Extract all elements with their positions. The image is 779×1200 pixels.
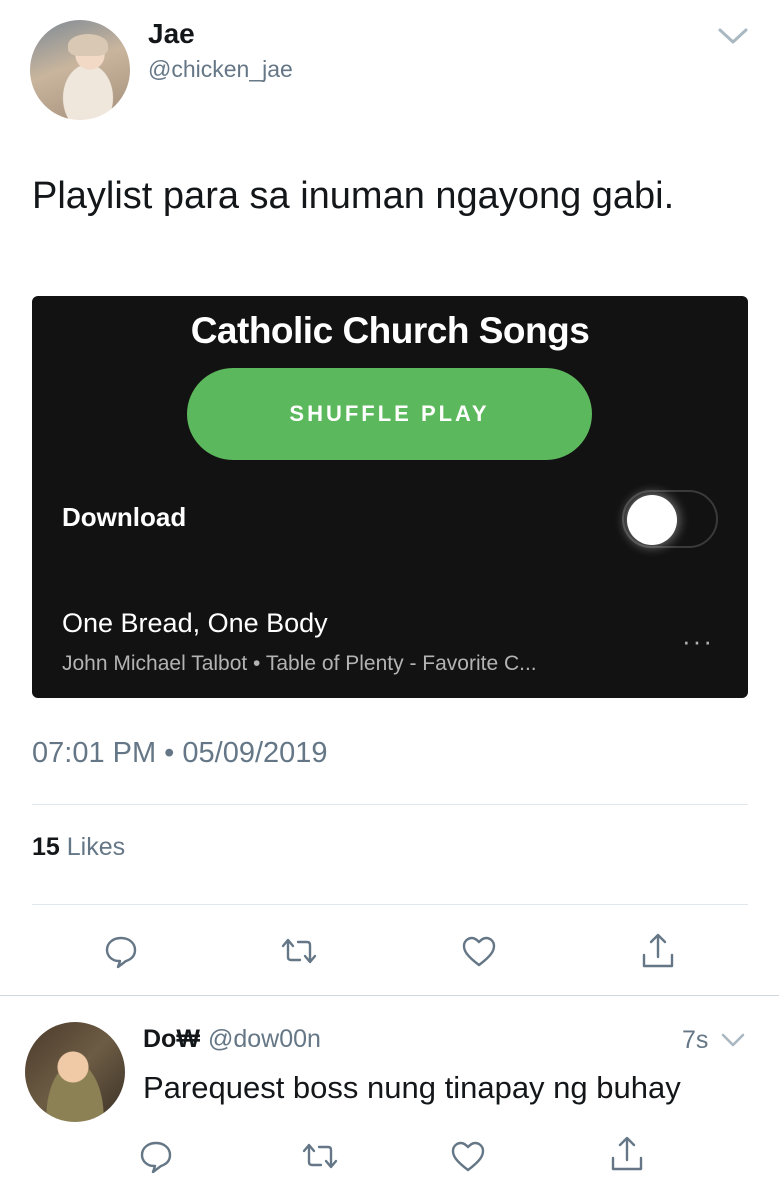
share-icon[interactable]: [605, 1132, 649, 1176]
tweet-timestamp: 07:01 PM • 05/09/2019: [32, 737, 328, 769]
likes-number: 15: [32, 833, 60, 861]
tweet-text: Playlist para sa inuman ngayong gabi.: [32, 175, 675, 217]
chevron-down-icon[interactable]: [719, 1030, 747, 1050]
chevron-down-icon[interactable]: [716, 24, 750, 48]
reply-icon[interactable]: [134, 1134, 178, 1178]
reply-text: Parequest boss nung tinapay ng buhay: [143, 1070, 681, 1105]
toggle-knob: [627, 495, 677, 545]
share-icon[interactable]: [636, 929, 680, 973]
avatar-hair: [68, 34, 108, 56]
download-label: Download: [62, 502, 187, 532]
download-toggle: [622, 490, 718, 548]
like-icon[interactable]: [446, 1134, 490, 1178]
song-subtitle: John Michael Talbot • Table of Plenty - …: [62, 652, 537, 675]
playlist-title: Catholic Church Songs: [190, 310, 590, 351]
tweet-media-image[interactable]: Catholic Church Songs SHUFFLE PLAY Downl…: [32, 296, 748, 698]
reply-author-avatar[interactable]: [25, 1022, 125, 1122]
retweet-icon[interactable]: [298, 1134, 342, 1178]
song-title: One Bread, One Body: [62, 608, 328, 638]
more-options-icon: ···: [682, 626, 714, 656]
like-icon[interactable]: [457, 929, 501, 973]
reply-author-name[interactable]: Do₩: [143, 1025, 200, 1054]
reply-icon[interactable]: [99, 929, 143, 973]
reply-time: 7s: [682, 1026, 709, 1054]
divider: [32, 804, 748, 805]
retweet-icon[interactable]: [277, 929, 321, 973]
author-avatar[interactable]: [30, 20, 130, 120]
divider: [32, 904, 748, 905]
reply-author-handle[interactable]: @dow00n: [208, 1025, 321, 1054]
likes-label: Likes: [66, 833, 126, 861]
shuffle-play-button: SHUFFLE PLAY: [187, 368, 592, 460]
divider: [0, 995, 779, 996]
author-handle[interactable]: @chicken_jae: [148, 56, 293, 83]
author-name[interactable]: Jae: [148, 18, 195, 50]
likes-count[interactable]: 15 Likes: [32, 833, 125, 862]
